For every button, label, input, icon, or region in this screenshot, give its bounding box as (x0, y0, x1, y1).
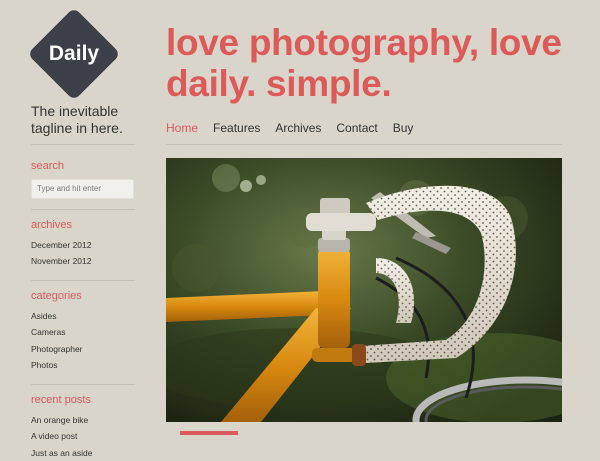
post-accent-bar (180, 431, 238, 435)
nav-divider (166, 144, 562, 145)
category-link[interactable]: Asides (31, 308, 141, 325)
nav-archives[interactable]: Archives (275, 121, 321, 135)
search-input[interactable] (31, 179, 134, 199)
sidebar: search archives December 2012 November 2… (31, 160, 141, 461)
archive-link[interactable]: December 2012 (31, 237, 141, 254)
logo-text: Daily (28, 8, 120, 100)
sidebar-divider (31, 280, 135, 281)
categories-list: Asides Cameras Photographer Photos (31, 308, 141, 374)
featured-image[interactable] (166, 158, 562, 422)
sidebar-divider (31, 384, 135, 385)
category-link[interactable]: Photographer (31, 341, 141, 358)
site-logo[interactable]: Daily (28, 8, 120, 100)
site-tagline: The inevitable tagline in here. (31, 103, 141, 137)
categories-widget-title: categories (31, 290, 141, 302)
sidebar-divider (31, 209, 135, 210)
sidebar-top-divider (31, 144, 135, 145)
recent-post-link[interactable]: An orange bike (31, 412, 141, 429)
nav-contact[interactable]: Contact (336, 121, 377, 135)
recent-posts-widget-title: recent posts (31, 394, 141, 406)
nav-home[interactable]: Home (166, 121, 198, 135)
nav-buy[interactable]: Buy (393, 121, 414, 135)
archive-link[interactable]: November 2012 (31, 253, 141, 270)
recent-posts-list: An orange bike A video post Just as an a… (31, 412, 141, 461)
archives-widget-title: archives (31, 219, 141, 231)
main-nav: Home Features Archives Contact Buy (166, 121, 428, 135)
archives-list: December 2012 November 2012 (31, 237, 141, 270)
category-link[interactable]: Cameras (31, 324, 141, 341)
bicycle-photo-illustration (166, 158, 562, 422)
category-link[interactable]: Photos (31, 357, 141, 374)
site-headline: love photography, love daily. simple. (166, 22, 586, 104)
recent-post-link[interactable]: A video post (31, 428, 141, 445)
recent-post-link[interactable]: Just as an aside (31, 445, 141, 461)
search-widget-title: search (31, 160, 141, 172)
nav-features[interactable]: Features (213, 121, 260, 135)
